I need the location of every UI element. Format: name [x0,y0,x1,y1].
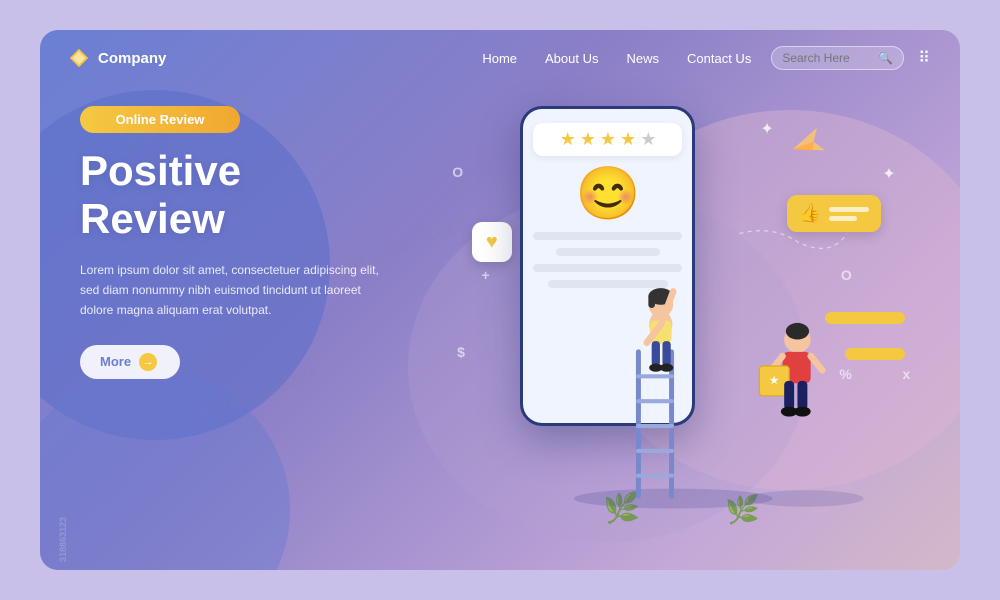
search-icon[interactable]: 🔍 [878,51,893,65]
page-wrapper: Company Home About Us News Contact Us 🔍 … [40,30,960,570]
symbol-plus: + [482,267,490,283]
main-content: Online Review Positive Review Lorem ipsu… [40,86,960,566]
logo[interactable]: Company [68,47,166,69]
sparkle-3: ✦ [760,119,773,139]
stars-row: ★ ★ ★ ★ ★ [533,123,682,156]
navbar: Company Home About Us News Contact Us 🔍 … [40,30,960,86]
more-button-label: More [100,354,131,369]
symbol-o: O [452,164,463,180]
search-input[interactable] [782,51,872,65]
hero-title-line1: Positive [80,147,241,194]
sparkle-4: ✦ [882,164,895,184]
symbol-dollar: $ [457,344,465,360]
hero-title: Positive Review [80,147,433,244]
search-bar[interactable]: 🔍 [771,46,904,70]
logo-icon [68,47,90,69]
illustration-svg: ★ [491,186,905,546]
hero-title-line2: Review [80,195,225,242]
hero-badge: Online Review [80,106,240,133]
svg-text:★: ★ [769,375,779,387]
hero-left: Online Review Positive Review Lorem ipsu… [80,96,433,546]
nav-home[interactable]: Home [482,51,517,66]
nav-news[interactable]: News [627,51,660,66]
star-5: ★ [640,129,656,150]
nav-about[interactable]: About Us [545,51,598,66]
star-3: ★ [600,129,616,150]
logo-text: Company [98,50,166,67]
hero-description: Lorem ipsum dolor sit amet, consectetuer… [80,260,390,321]
star-4: ★ [620,129,636,150]
nav-contact[interactable]: Contact Us [687,51,751,66]
grid-icon[interactable]: ⠿ [918,48,932,68]
star-2: ★ [580,129,596,150]
more-button[interactable]: More → [80,345,180,379]
more-arrow-icon: → [139,353,157,371]
paper-plane-icon [788,128,826,166]
star-1: ★ [560,129,576,150]
hero-right: O % $ O x % + ✦ ✦ ✦ ✦ ♥ [433,96,920,546]
nav-links: Home About Us News Contact Us [482,51,751,66]
